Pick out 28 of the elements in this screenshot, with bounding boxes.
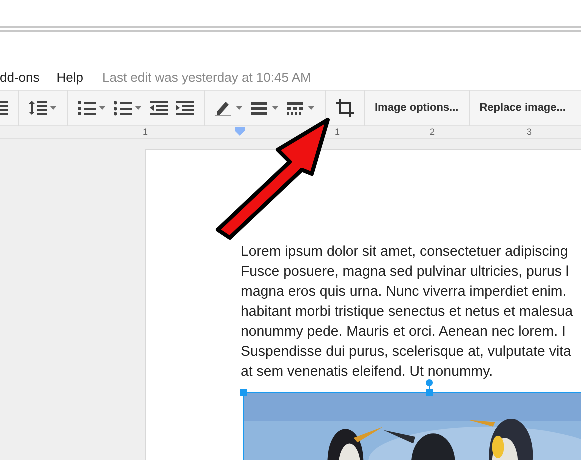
menu-item[interactable]: dd-ons <box>0 68 40 88</box>
numbered-list-icon <box>78 100 96 116</box>
ruler-number: 3 <box>527 126 532 138</box>
menu-item[interactable]: Help <box>56 68 84 88</box>
paragraph-line: Fusce posuere, magna sed pulvinar ultricies, purus l <box>241 263 570 282</box>
crop-icon <box>336 99 354 117</box>
ruler-number: 2 <box>430 126 436 138</box>
ruler-number: 1 <box>143 126 148 138</box>
line-spacing-icon <box>29 100 47 116</box>
paragraph-line: Suspendisse dui purus, scelerisque at, vulputate vita <box>241 343 572 362</box>
paragraph-line: nonummy pede. Mauris et orci. Aenean nec lorem. I <box>241 323 566 342</box>
toolbar-button[interactable]: Image options... <box>371 95 463 121</box>
paragraph-line: Lorem ipsum dolor sit amet, consectetuer adipiscing <box>241 243 568 262</box>
paragraph-line: at sem venenatis eleifend. Ut nonummy. <box>241 363 494 382</box>
line-dash-icon <box>287 100 305 116</box>
bulleted-list-icon <box>114 100 132 116</box>
indent-increase-icon <box>176 100 194 116</box>
line-weight-icon <box>251 100 269 116</box>
last-edit-status[interactable]: Last edit was yesterday at 10:45 AM <box>102 68 312 88</box>
toolbar-button[interactable]: Replace image... <box>476 95 570 121</box>
rotate-handle[interactable] <box>425 379 434 389</box>
paragraph-line: magna eros quis urna. Nunc viverra imperdiet enim. <box>241 283 567 302</box>
pen-icon <box>215 100 233 116</box>
paragraph-line: habitant morbi tristique senectus et netus et malesua <box>241 303 574 322</box>
resize-handle[interactable] <box>240 389 247 396</box>
indent-decrease-icon <box>150 100 168 116</box>
resize-handle[interactable] <box>426 389 433 396</box>
ruler-number: 1 <box>335 126 340 138</box>
